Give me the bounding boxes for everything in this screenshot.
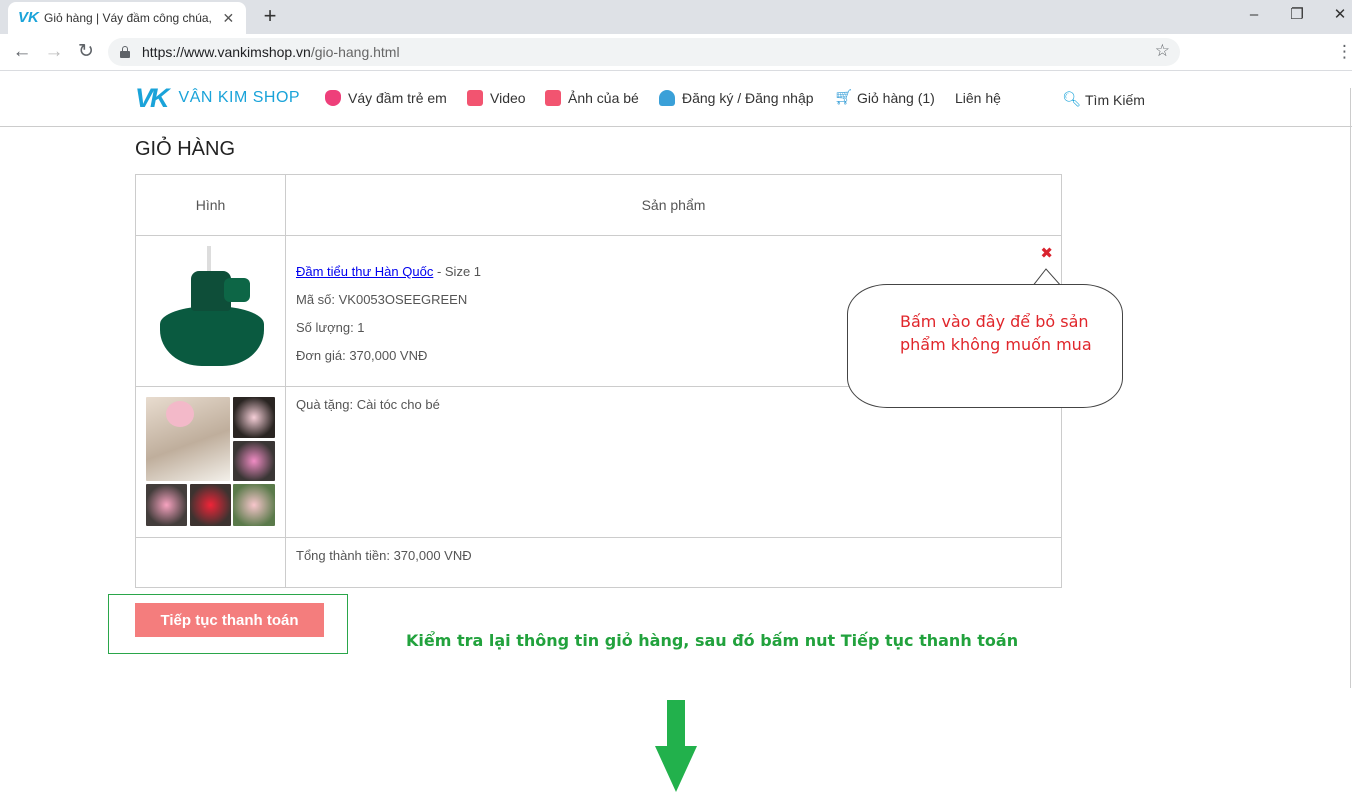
camera-icon bbox=[467, 90, 483, 106]
total-empty-cell bbox=[135, 537, 286, 588]
nav-item-login[interactable]: Đăng ký / Đăng nhập bbox=[659, 90, 814, 106]
nav-label: Đăng ký / Đăng nhập bbox=[682, 90, 814, 106]
nav-label: Giỏ hàng (1) bbox=[857, 90, 935, 106]
gift-row: Quà tặng: Cài tóc cho bé bbox=[135, 386, 1062, 538]
product-link[interactable]: Đầm tiểu thư Hàn Quốc bbox=[296, 264, 433, 279]
nav-label: Váy đầm trẻ em bbox=[348, 90, 447, 106]
star-icon[interactable]: ☆ bbox=[1155, 41, 1170, 61]
cart-icon: 🛒︎ bbox=[834, 89, 854, 106]
url-bar[interactable]: https://www.vankimshop.vn/gio-hang.html … bbox=[108, 38, 1180, 66]
total-row: Tổng thành tiền: 370,000 VNĐ bbox=[135, 537, 1062, 588]
tab-close-icon[interactable]: ✕ bbox=[221, 10, 236, 26]
search-label: Tìm Kiếm bbox=[1085, 92, 1145, 108]
lock-icon bbox=[120, 46, 130, 58]
site-favicon-icon: VK bbox=[18, 9, 39, 26]
page-title: GIỎ HÀNG bbox=[135, 138, 236, 160]
restore-icon[interactable]: ❐ bbox=[1285, 4, 1309, 26]
browser-tab-bar: VK Giỏ hàng | Váy đầm công chúa, v ✕ + –… bbox=[0, 0, 1352, 34]
gift-image-cell bbox=[135, 386, 286, 538]
gift-image bbox=[136, 387, 284, 537]
nav-label: Video bbox=[490, 90, 526, 106]
browser-tab[interactable]: VK Giỏ hàng | Váy đầm công chúa, v ✕ bbox=[8, 2, 246, 34]
cart-header-row: Hình Sản phẩm bbox=[135, 174, 1062, 236]
scrollbar-track[interactable] bbox=[1350, 88, 1351, 688]
search-icon: 🔍︎ bbox=[1062, 91, 1082, 108]
nav-label: Liên hệ bbox=[955, 90, 1001, 106]
site-header: VK VÂN KIM SHOP Váy đầm trẻ em Video Ảnh… bbox=[0, 72, 1352, 127]
callout-text: Bấm vào đây để bỏ sản phẩm không muốn mu… bbox=[900, 312, 1092, 354]
url-text: https://www.vankimshop.vn/gio-hang.html bbox=[142, 44, 400, 60]
nav-item-contact[interactable]: Liên hệ bbox=[955, 90, 1001, 106]
product-name-line: Đầm tiểu thư Hàn Quốc - Size 1 bbox=[296, 258, 1051, 286]
gift-info-cell: Quà tặng: Cài tóc cho bé bbox=[285, 386, 1062, 538]
header-image: Hình bbox=[135, 174, 286, 236]
nav-item-video[interactable]: Video bbox=[467, 90, 526, 106]
site-logo[interactable]: VK VÂN KIM SHOP bbox=[135, 84, 300, 112]
back-arrow-icon[interactable]: ← bbox=[10, 40, 34, 64]
nav-item-photos[interactable]: Ảnh của bé bbox=[545, 90, 639, 106]
window-close-icon[interactable]: ✕ bbox=[1328, 4, 1352, 26]
search-link[interactable]: 🔍︎ Tìm Kiếm bbox=[1062, 91, 1145, 109]
forward-arrow-icon[interactable]: → bbox=[42, 40, 66, 64]
instruction-text: Kiểm tra lại thông tin giỏ hàng, sau đó … bbox=[406, 631, 1019, 650]
total-cell: Tổng thành tiền: 370,000 VNĐ bbox=[285, 537, 1062, 588]
product-size: - Size 1 bbox=[433, 264, 482, 279]
checkout-button[interactable]: Tiếp tục thanh toán bbox=[135, 603, 324, 637]
user-icon bbox=[659, 90, 675, 106]
header-product: Sản phẩm bbox=[285, 174, 1062, 236]
remove-item-icon[interactable]: ✖ bbox=[1040, 240, 1053, 268]
menu-dots-icon[interactable]: ⋮ bbox=[1336, 40, 1352, 64]
new-tab-icon[interactable]: + bbox=[258, 5, 282, 29]
total-text: Tổng thành tiền: 370,000 VNĐ bbox=[296, 548, 472, 563]
logo-text: VÂN KIM SHOP bbox=[178, 89, 301, 106]
tab-title: Giỏ hàng | Váy đầm công chúa, v bbox=[44, 11, 215, 25]
address-bar-row: ← → ↻ https://www.vankimshop.vn/gio-hang… bbox=[0, 34, 1352, 71]
minimize-icon[interactable]: – bbox=[1242, 4, 1266, 26]
nav-item-dresses[interactable]: Váy đầm trẻ em bbox=[325, 90, 447, 106]
reload-icon[interactable]: ↻ bbox=[74, 40, 98, 64]
nav-item-cart[interactable]: 🛒︎ Giỏ hàng (1) bbox=[834, 89, 935, 107]
logo-mark-icon: VK bbox=[135, 83, 169, 113]
dress-icon bbox=[325, 90, 341, 106]
down-arrow-icon bbox=[655, 700, 697, 792]
nav-label: Ảnh của bé bbox=[568, 90, 639, 106]
product-image[interactable] bbox=[136, 236, 284, 386]
camera-icon bbox=[545, 90, 561, 106]
product-image-cell bbox=[135, 235, 286, 387]
